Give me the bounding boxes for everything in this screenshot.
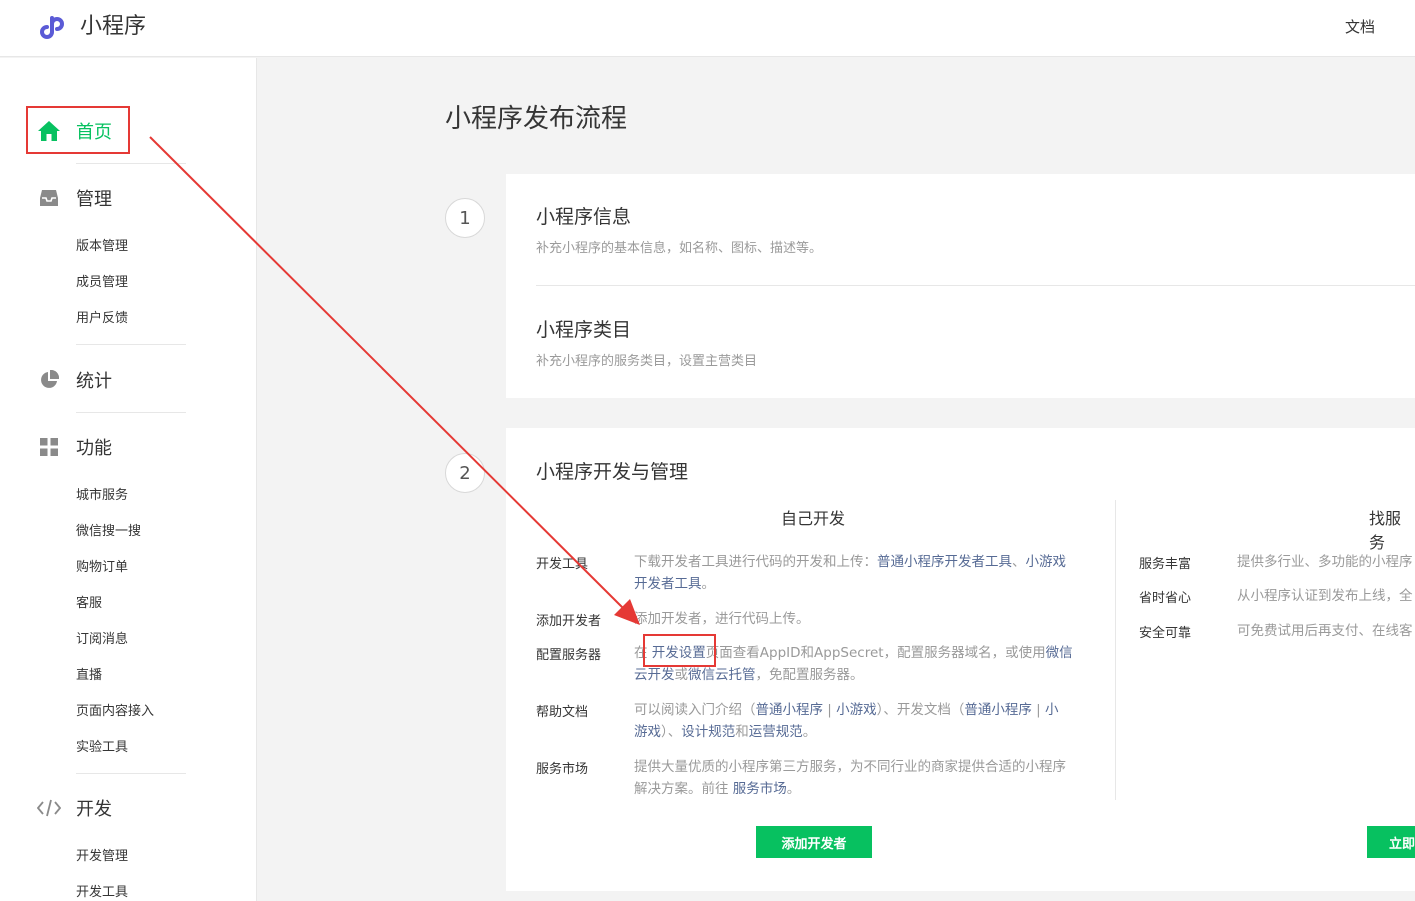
sidebar-item-customer-service[interactable]: 客服 [76,594,102,614]
sidebar-item-member-manage[interactable]: 成员管理 [76,273,128,293]
link-wechat-cloud[interactable]: 微信 [1046,645,1073,661]
column-heading-self-dev: 自己开发 [781,509,846,528]
link-intro-normal[interactable]: 普通小程序 [756,702,824,718]
link-docs-game-2[interactable]: 游戏 [634,724,661,740]
sidebar-item-label: 统计 [76,371,112,392]
row-text-help-docs: 可以阅读入门介绍（普通小程序 | 小游戏）、开发文档（普通小程序 | 小 游戏）… [634,702,1059,740]
sidebar-item-features[interactable]: 功能 [36,432,112,462]
column-separator [1115,500,1116,800]
inbox-icon [36,185,62,211]
top-bar: 小程序 文档 [0,0,1415,57]
sidebar-item-label: 开发 [76,799,112,820]
link-cloud-dev[interactable]: 云开发 [634,667,675,683]
sidebar-item-dev[interactable]: 开发 [36,793,112,823]
sidebar-item-stats[interactable]: 统计 [36,365,112,395]
sidebar-divider [76,344,186,345]
row-text-dev-tools: 下载开发者工具进行代码的开发和上传：普通小程序开发者工具、小游戏 开发者工具。 [634,554,1067,592]
sidebar-item-live[interactable]: 直播 [76,666,102,686]
grid-icon [36,434,62,460]
link-dev-tools-normal[interactable]: 普通小程序开发者工具 [877,554,1012,570]
row-text-safe: 可免费试用后再支付、在线客 [1237,623,1413,639]
row-text-rich-service: 提供多行业、多功能的小程序 [1237,554,1413,570]
link-wechat-cloud-hosting[interactable]: 微信云托管 [688,667,756,683]
link-service-market[interactable]: 服务市场 [733,781,787,797]
section-desc-info: 补充小程序的基本信息，如名称、图标、描述等。 [536,241,823,256]
mini-program-logo-icon[interactable] [40,12,72,42]
sidebar-item-experiment-tools[interactable]: 实验工具 [76,738,128,758]
docs-link[interactable]: 文档 [1345,16,1375,38]
section-title-dev-manage: 小程序开发与管理 [536,461,689,483]
sidebar-item-version-manage[interactable]: 版本管理 [76,237,128,257]
annotation-box-dev-settings [643,634,716,667]
pie-chart-icon [36,367,62,393]
link-docs-normal[interactable]: 普通小程序 [964,702,1032,718]
row-label-help-docs: 帮助文档 [536,705,589,720]
row-label-save-time: 省时省心 [1139,591,1192,606]
page-title: 小程序发布流程 [445,104,628,134]
link-dev-tools-game-2[interactable]: 开发者工具 [634,576,702,592]
row-text-save-time: 从小程序认证到发布上线，全 [1237,588,1413,604]
column-heading-find-service: 找服务 [1369,509,1402,552]
row-label-rich-service: 服务丰富 [1139,557,1192,572]
sidebar-item-label: 功能 [76,438,112,459]
step1-card: 小程序信息 补充小程序的基本信息，如名称、图标、描述等。 小程序类目 补充小程序… [506,174,1415,398]
row-label-dev-tools: 开发工具 [536,557,589,572]
link-dev-tools-game[interactable]: 小游戏 [1026,554,1067,570]
link-operation-spec[interactable]: 运营规范 [749,724,803,740]
step-number-2: 2 [445,453,485,493]
code-icon [36,795,62,821]
sidebar-item-page-content[interactable]: 页面内容接入 [76,702,154,722]
sidebar-item-manage[interactable]: 管理 [36,183,112,213]
row-text-add-developer: 添加开发者，进行代码上传。 [634,611,810,627]
sidebar-divider [76,163,186,164]
link-intro-game[interactable]: 小游戏 [836,702,877,718]
section-title-info[interactable]: 小程序信息 [536,202,631,229]
row-text-service-market: 提供大量优质的小程序第三方服务，为不同行业的商家提供合适的小程序 解决方案。前往… [634,759,1066,797]
row-label-server: 配置服务器 [536,648,602,663]
step-number-1: 1 [445,198,485,238]
section-title-category[interactable]: 小程序类目 [536,315,631,342]
sidebar-item-label: 管理 [76,189,112,210]
sidebar-item-dev-manage[interactable]: 开发管理 [76,847,128,867]
sidebar-item-dev-tools[interactable]: 开发工具 [76,883,128,901]
annotation-box-home [26,106,130,154]
sidebar-item-city-service[interactable]: 城市服务 [76,486,128,506]
link-docs-game[interactable]: 小 [1045,702,1059,718]
sidebar-divider [76,412,186,413]
sidebar-item-user-feedback[interactable]: 用户反馈 [76,309,128,329]
link-design-spec[interactable]: 设计规范 [681,724,735,740]
brand-title[interactable]: 小程序 [80,12,146,42]
row-label-add-developer: 添加开发者 [536,614,602,629]
row-label-safe: 安全可靠 [1139,626,1192,641]
add-developer-button[interactable]: 添加开发者 [756,826,872,858]
sidebar-item-subscribe-message[interactable]: 订阅消息 [76,630,128,650]
sidebar-item-wechat-search[interactable]: 微信搜一搜 [76,522,141,542]
sidebar-divider [76,773,186,774]
card-divider [536,285,1415,286]
row-label-service-market: 服务市场 [536,762,589,777]
sidebar-item-shopping-orders[interactable]: 购物订单 [76,558,128,578]
section-desc-category: 补充小程序的服务类目，设置主营类目 [536,354,758,369]
find-service-now-button[interactable]: 立即 [1367,826,1415,858]
